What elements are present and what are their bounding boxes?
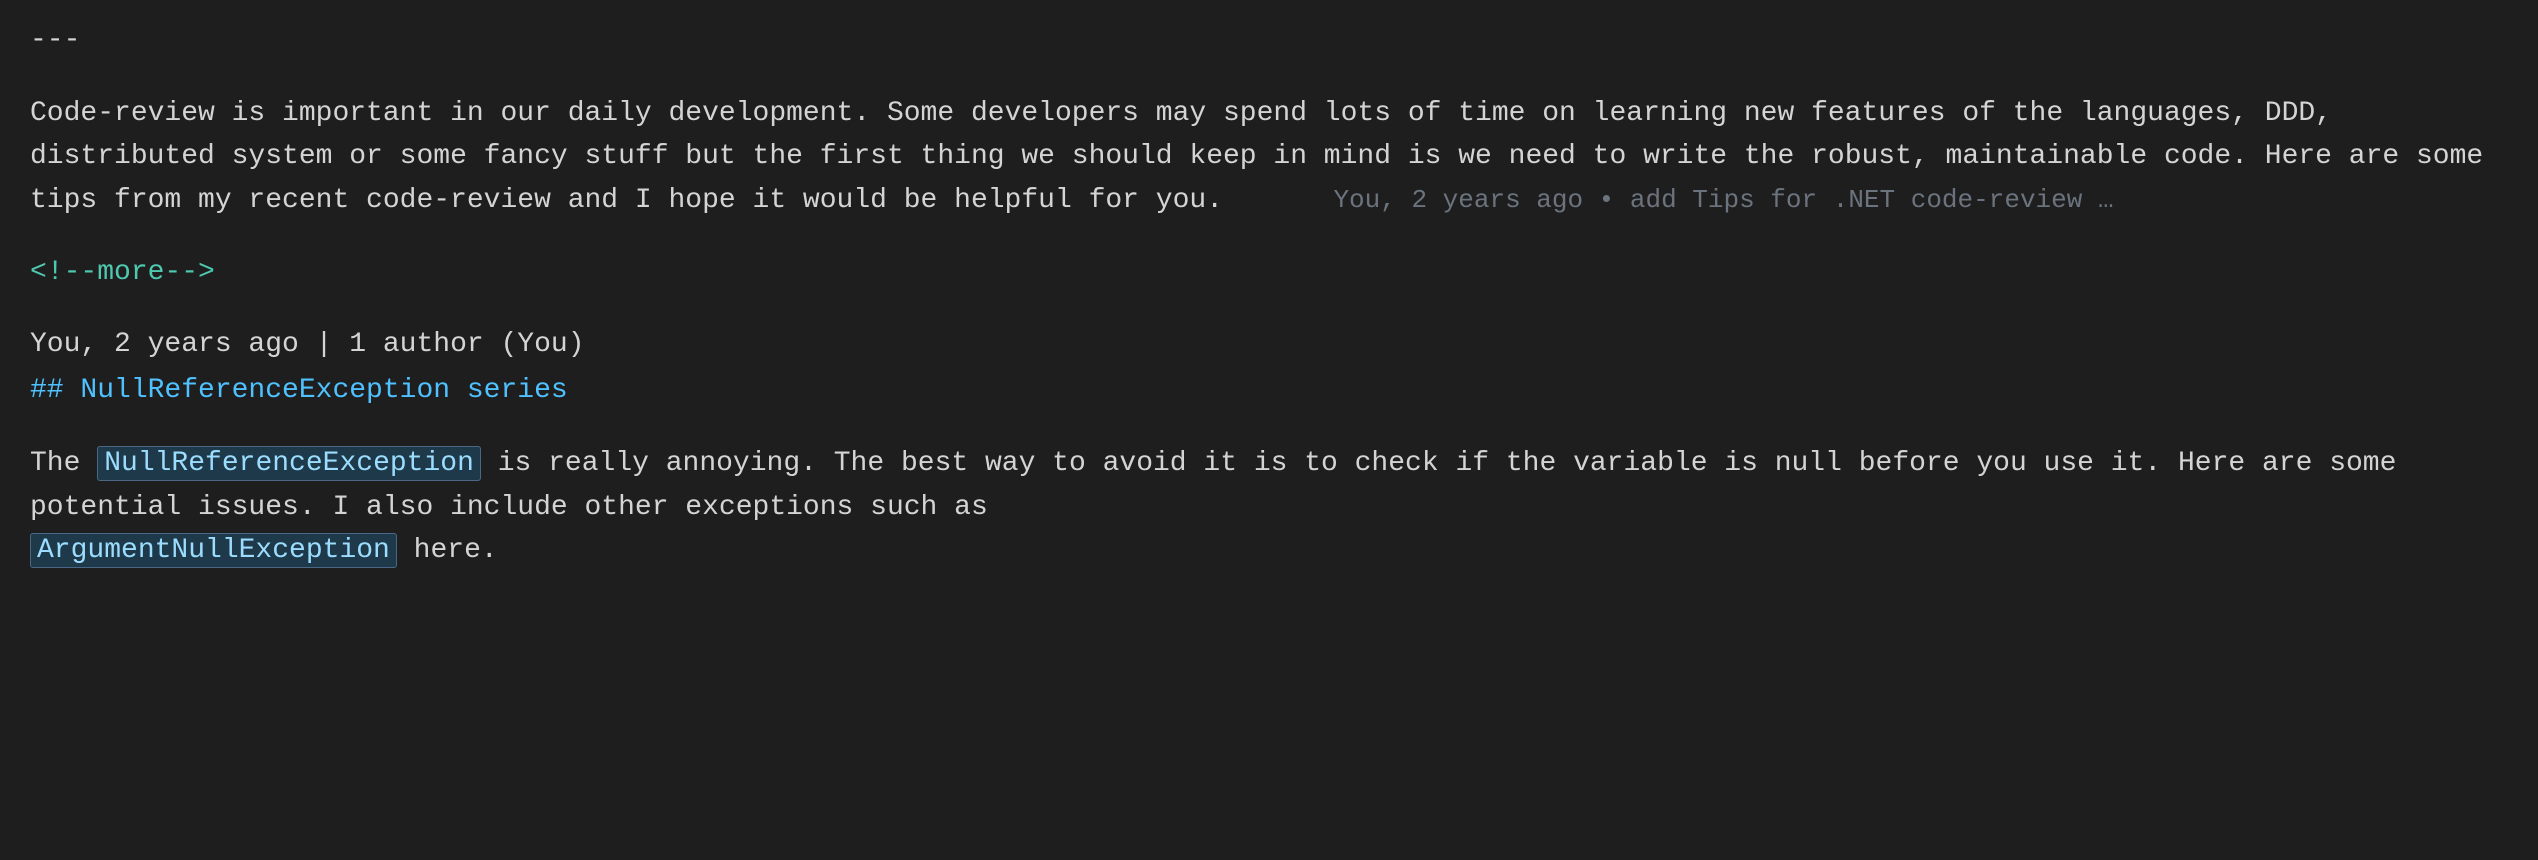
git-info-code-review: You, 2 years ago • add Tips for .NET cod…: [1240, 185, 2114, 215]
code-null-reference-exception: NullReferenceException: [97, 446, 481, 481]
paragraph-null-reference: The NullReferenceException is really ann…: [30, 442, 2508, 572]
code-argument-null-exception: ArgumentNullException: [30, 533, 397, 568]
file-meta: You, 2 years ago | 1 author (You): [30, 324, 2508, 366]
separator: ---: [30, 20, 2508, 62]
text-after-code2: here.: [397, 535, 498, 566]
text-before-code1: The: [30, 448, 97, 479]
comment-tag: <!--more-->: [30, 252, 2508, 294]
section-heading: ## NullReferenceException series: [30, 370, 2508, 412]
paragraph-code-review: Code-review is important in our daily de…: [30, 92, 2508, 222]
